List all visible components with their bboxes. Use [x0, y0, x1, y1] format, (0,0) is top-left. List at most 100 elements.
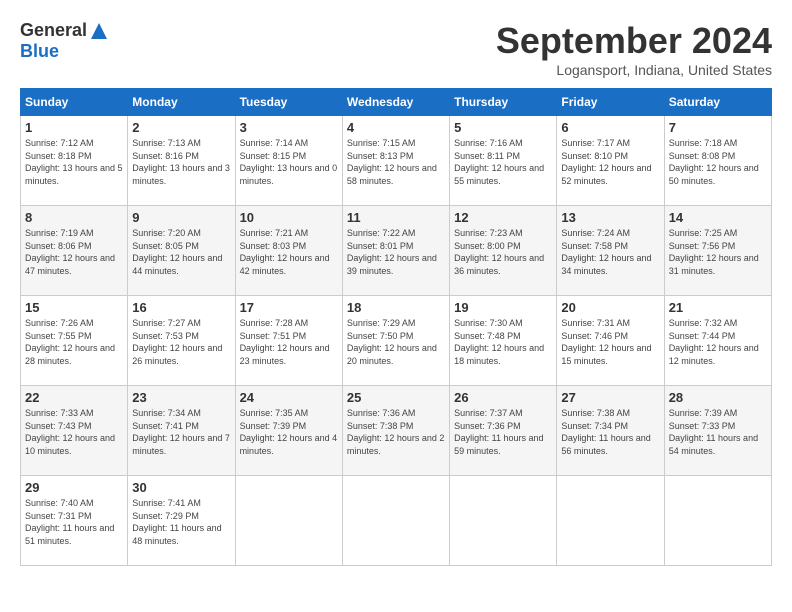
day-number: 4 — [347, 120, 445, 135]
day-number: 20 — [561, 300, 659, 315]
table-cell: 22 Sunrise: 7:33 AMSunset: 7:43 PMDayligh… — [21, 386, 128, 476]
day-info: Sunrise: 7:38 AMSunset: 7:34 PMDaylight:… — [561, 407, 659, 457]
day-info: Sunrise: 7:41 AMSunset: 7:29 PMDaylight:… — [132, 497, 230, 547]
table-cell: 28Sunrise: 7:39 AMSunset: 7:33 PMDayligh… — [664, 386, 771, 476]
col-wednesday: Wednesday — [342, 89, 449, 116]
col-sunday: Sunday — [21, 89, 128, 116]
day-info: Sunrise: 7:33 AMSunset: 7:43 PMDaylight:… — [25, 407, 123, 457]
table-cell — [450, 476, 557, 566]
day-info: Sunrise: 7:28 AMSunset: 7:51 PMDaylight:… — [240, 317, 338, 367]
table-cell: 13Sunrise: 7:24 AMSunset: 7:58 PMDayligh… — [557, 206, 664, 296]
day-info: Sunrise: 7:23 AMSunset: 8:00 PMDaylight:… — [454, 227, 552, 277]
day-info: Sunrise: 7:31 AMSunset: 7:46 PMDaylight:… — [561, 317, 659, 367]
day-number: 9 — [132, 210, 230, 225]
logo: General Blue — [20, 20, 109, 62]
table-cell: 2 Sunrise: 7:13 AMSunset: 8:16 PMDaylight… — [128, 116, 235, 206]
table-cell: 26 Sunrise: 7:37 AMSunset: 7:36 PMDayligh… — [450, 386, 557, 476]
day-number: 18 — [347, 300, 445, 315]
table-cell — [557, 476, 664, 566]
day-number: 25 — [347, 390, 445, 405]
table-cell: 27 Sunrise: 7:38 AMSunset: 7:34 PMDayligh… — [557, 386, 664, 476]
table-row: 22 Sunrise: 7:33 AMSunset: 7:43 PMDayligh… — [21, 386, 772, 476]
title-section: September 2024 Logansport, Indiana, Unit… — [496, 20, 772, 78]
table-cell — [235, 476, 342, 566]
day-number: 11 — [347, 210, 445, 225]
day-number: 14 — [669, 210, 767, 225]
col-friday: Friday — [557, 89, 664, 116]
table-cell: 18 Sunrise: 7:29 AMSunset: 7:50 PMDayligh… — [342, 296, 449, 386]
table-cell: 29 Sunrise: 7:40 AMSunset: 7:31 PMDayligh… — [21, 476, 128, 566]
table-cell: 14 Sunrise: 7:25 AMSunset: 7:56 PMDayligh… — [664, 206, 771, 296]
day-number: 7 — [669, 120, 767, 135]
day-number: 26 — [454, 390, 552, 405]
day-number: 19 — [454, 300, 552, 315]
day-number: 1 — [25, 120, 123, 135]
col-monday: Monday — [128, 89, 235, 116]
day-number: 29 — [25, 480, 123, 495]
table-cell: 12 Sunrise: 7:23 AMSunset: 8:00 PMDayligh… — [450, 206, 557, 296]
calendar-table: Sunday Monday Tuesday Wednesday Thursday… — [20, 88, 772, 566]
table-cell: 7 Sunrise: 7:18 AMSunset: 8:08 PMDaylight… — [664, 116, 771, 206]
day-number: 15 — [25, 300, 123, 315]
table-row: 8 Sunrise: 7:19 AMSunset: 8:06 PMDaylight… — [21, 206, 772, 296]
day-info: Sunrise: 7:15 AMSunset: 8:13 PMDaylight:… — [347, 137, 445, 187]
day-info: Sunrise: 7:40 AMSunset: 7:31 PMDaylight:… — [25, 497, 123, 547]
day-info: Sunrise: 7:27 AMSunset: 7:53 PMDaylight:… — [132, 317, 230, 367]
table-row: 15 Sunrise: 7:26 AMSunset: 7:55 PMDayligh… — [21, 296, 772, 386]
day-number: 17 — [240, 300, 338, 315]
day-number: 2 — [132, 120, 230, 135]
day-number: 6 — [561, 120, 659, 135]
col-tuesday: Tuesday — [235, 89, 342, 116]
day-number: 28 — [669, 390, 767, 405]
day-number: 12 — [454, 210, 552, 225]
day-info: Sunrise: 7:35 AMSunset: 7:39 PMDaylight:… — [240, 407, 338, 457]
day-info: Sunrise: 7:13 AMSunset: 8:16 PMDaylight:… — [132, 137, 230, 187]
col-thursday: Thursday — [450, 89, 557, 116]
day-info: Sunrise: 7:12 AMSunset: 8:18 PMDaylight:… — [25, 137, 123, 187]
location-subtitle: Logansport, Indiana, United States — [496, 62, 772, 78]
table-cell: 9 Sunrise: 7:20 AMSunset: 8:05 PMDaylight… — [128, 206, 235, 296]
day-info: Sunrise: 7:34 AMSunset: 7:41 PMDaylight:… — [132, 407, 230, 457]
table-row: 1 Sunrise: 7:12 AMSunset: 8:18 PMDaylight… — [21, 116, 772, 206]
table-cell: 20 Sunrise: 7:31 AMSunset: 7:46 PMDayligh… — [557, 296, 664, 386]
day-info: Sunrise: 7:25 AMSunset: 7:56 PMDaylight:… — [669, 227, 767, 277]
day-info: Sunrise: 7:17 AMSunset: 8:10 PMDaylight:… — [561, 137, 659, 187]
day-number: 23 — [132, 390, 230, 405]
day-number: 16 — [132, 300, 230, 315]
day-number: 5 — [454, 120, 552, 135]
day-info: Sunrise: 7:19 AMSunset: 8:06 PMDaylight:… — [25, 227, 123, 277]
day-info: Sunrise: 7:29 AMSunset: 7:50 PMDaylight:… — [347, 317, 445, 367]
logo-general-text: General — [20, 20, 87, 41]
table-cell: 1 Sunrise: 7:12 AMSunset: 8:18 PMDaylight… — [21, 116, 128, 206]
day-number: 8 — [25, 210, 123, 225]
day-info: Sunrise: 7:26 AMSunset: 7:55 PMDaylight:… — [25, 317, 123, 367]
table-cell: 15 Sunrise: 7:26 AMSunset: 7:55 PMDayligh… — [21, 296, 128, 386]
table-cell: 11 Sunrise: 7:22 AMSunset: 8:01 PMDayligh… — [342, 206, 449, 296]
table-cell — [342, 476, 449, 566]
table-cell: 17 Sunrise: 7:28 AMSunset: 7:51 PMDayligh… — [235, 296, 342, 386]
col-saturday: Saturday — [664, 89, 771, 116]
day-info: Sunrise: 7:32 AMSunset: 7:44 PMDaylight:… — [669, 317, 767, 367]
day-info: Sunrise: 7:18 AMSunset: 8:08 PMDaylight:… — [669, 137, 767, 187]
day-info: Sunrise: 7:22 AMSunset: 8:01 PMDaylight:… — [347, 227, 445, 277]
table-cell — [664, 476, 771, 566]
table-cell: 19Sunrise: 7:30 AMSunset: 7:48 PMDayligh… — [450, 296, 557, 386]
header: General Blue September 2024 Logansport, … — [20, 20, 772, 78]
day-number: 30 — [132, 480, 230, 495]
table-cell: 5Sunrise: 7:16 AMSunset: 8:11 PMDaylight… — [450, 116, 557, 206]
table-cell: 25Sunrise: 7:36 AMSunset: 7:38 PMDayligh… — [342, 386, 449, 476]
table-cell: 30 Sunrise: 7:41 AMSunset: 7:29 PMDayligh… — [128, 476, 235, 566]
day-info: Sunrise: 7:14 AMSunset: 8:15 PMDaylight:… — [240, 137, 338, 187]
day-number: 22 — [25, 390, 123, 405]
day-info: Sunrise: 7:37 AMSunset: 7:36 PMDaylight:… — [454, 407, 552, 457]
day-info: Sunrise: 7:21 AMSunset: 8:03 PMDaylight:… — [240, 227, 338, 277]
day-info: Sunrise: 7:20 AMSunset: 8:05 PMDaylight:… — [132, 227, 230, 277]
table-cell: 21 Sunrise: 7:32 AMSunset: 7:44 PMDayligh… — [664, 296, 771, 386]
day-info: Sunrise: 7:24 AMSunset: 7:58 PMDaylight:… — [561, 227, 659, 277]
table-cell: 6 Sunrise: 7:17 AMSunset: 8:10 PMDaylight… — [557, 116, 664, 206]
logo-blue-text: Blue — [20, 41, 59, 62]
table-cell: 16 Sunrise: 7:27 AMSunset: 7:53 PMDayligh… — [128, 296, 235, 386]
day-number: 27 — [561, 390, 659, 405]
day-number: 24 — [240, 390, 338, 405]
day-number: 21 — [669, 300, 767, 315]
